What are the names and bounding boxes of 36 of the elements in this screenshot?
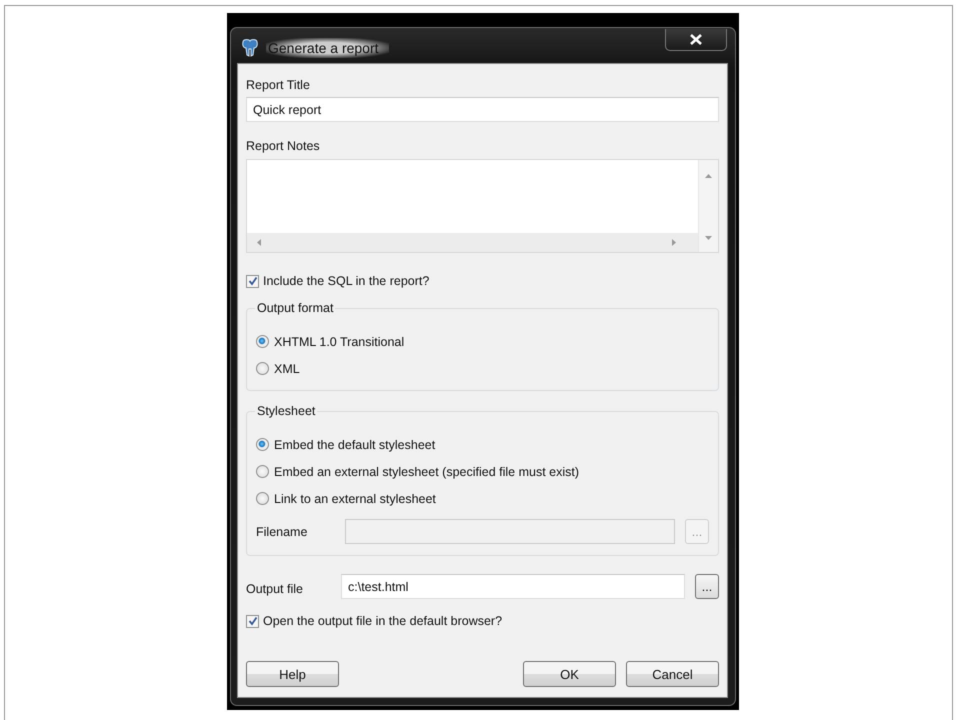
radio-button[interactable] — [256, 465, 269, 478]
scroll-up-icon — [705, 174, 712, 178]
horizontal-scrollbar[interactable] — [247, 233, 698, 252]
scroll-left-icon — [257, 239, 261, 246]
radio-label[interactable]: Embed an external stylesheet (specified file must exist) — [274, 464, 579, 478]
close-button[interactable] — [665, 29, 727, 51]
checkbox-label[interactable]: Include the SQL in the report? — [263, 274, 430, 288]
radio-button[interactable] — [256, 362, 269, 375]
elephant-icon — [240, 38, 260, 56]
checkbox[interactable] — [246, 614, 259, 628]
field-label: Report Title — [246, 78, 311, 92]
cancel-button[interactable]: Cancel — [626, 661, 719, 687]
radio-button[interactable] — [256, 492, 269, 505]
checkbox[interactable] — [246, 274, 259, 288]
radio-button[interactable] — [256, 335, 269, 348]
field-label: Filename — [256, 524, 308, 538]
group-title: Stylesheet — [256, 404, 316, 418]
checkbox-label[interactable]: Open the output file in the default browser? — [263, 614, 502, 628]
help-button[interactable]: Help — [246, 661, 339, 687]
radio-label[interactable]: XML — [274, 362, 300, 376]
radio-label[interactable]: XHTML 1.0 Transitional — [274, 334, 404, 348]
scroll-right-icon — [672, 239, 676, 246]
report-notes-field[interactable] — [246, 159, 719, 253]
ok-button[interactable]: OK — [523, 661, 616, 687]
scroll-down-icon — [705, 236, 712, 240]
browse-button[interactable]: ... — [695, 574, 719, 599]
radio-label[interactable]: Link to an external stylesheet — [274, 492, 436, 506]
group-title: Output format — [256, 301, 334, 315]
radio-button[interactable] — [256, 438, 269, 451]
report-title-field[interactable]: Quick report — [246, 97, 719, 122]
field-label: Output file — [246, 580, 304, 596]
vertical-scrollbar[interactable] — [698, 160, 718, 252]
field-label: Report Notes — [246, 139, 321, 153]
output-file-field[interactable]: c:\test.html — [341, 574, 685, 599]
close-icon — [690, 34, 702, 45]
radio-label[interactable]: Embed the default stylesheet — [274, 438, 436, 452]
